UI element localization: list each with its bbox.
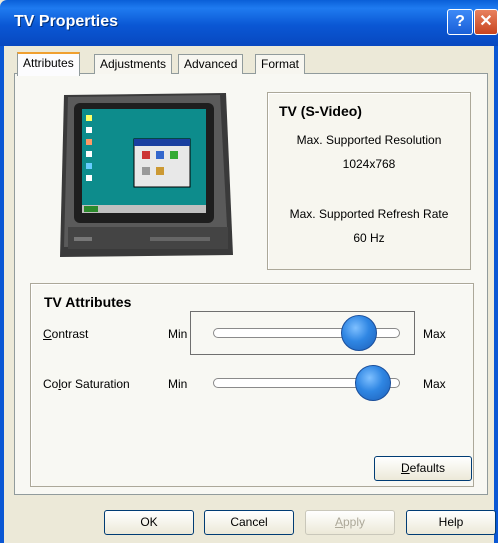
color-saturation-min-label: Min — [168, 377, 188, 391]
contrast-min-label: Min — [168, 327, 188, 341]
window-frame-left — [0, 46, 4, 543]
defaults-button[interactable]: Defaults — [374, 456, 472, 481]
cancel-button[interactable]: Cancel — [204, 510, 294, 535]
color-saturation-label: Color Saturation — [43, 377, 130, 391]
ok-button[interactable]: OK — [104, 510, 194, 535]
max-refresh-label: Max. Supported Refresh Rate — [289, 207, 449, 221]
max-refresh-value: 60 Hz — [353, 231, 385, 245]
contrast-max-label: Max — [423, 327, 446, 341]
tv-type-title: TV (S-Video) — [279, 103, 362, 119]
tab-format[interactable]: Format — [255, 54, 306, 74]
close-icon[interactable]: ✕ — [474, 9, 498, 35]
color-saturation-max-label: Max — [423, 377, 446, 391]
max-resolution-label: Max. Supported Resolution — [296, 133, 442, 147]
tab-advanced[interactable]: Advanced — [178, 54, 244, 74]
window-title: TV Properties — [14, 13, 119, 30]
tab-adjustments[interactable]: Adjustments — [94, 54, 173, 74]
contrast-label: Contrast — [43, 327, 89, 341]
window-frame-right — [494, 46, 498, 543]
tv-attributes-title: TV Attributes — [44, 294, 132, 310]
tab-attributes[interactable]: Attributes — [17, 52, 80, 76]
max-resolution-value: 1024x768 — [342, 157, 396, 171]
color-saturation-slider-thumb[interactable] — [354, 365, 391, 401]
tv-properties-window: TV Properties ? ✕ Attributes Adjustments… — [0, 0, 498, 543]
tv-info-box: TV (S-Video) Max. Supported Resolution 1… — [267, 92, 471, 270]
apply-button[interactable]: Apply — [305, 510, 395, 535]
help-icon[interactable]: ? — [447, 9, 473, 35]
title-bar[interactable]: TV Properties ? ✕ — [0, 0, 498, 46]
help-button[interactable]: Help — [406, 510, 496, 535]
tv-illustration-icon — [60, 93, 233, 257]
